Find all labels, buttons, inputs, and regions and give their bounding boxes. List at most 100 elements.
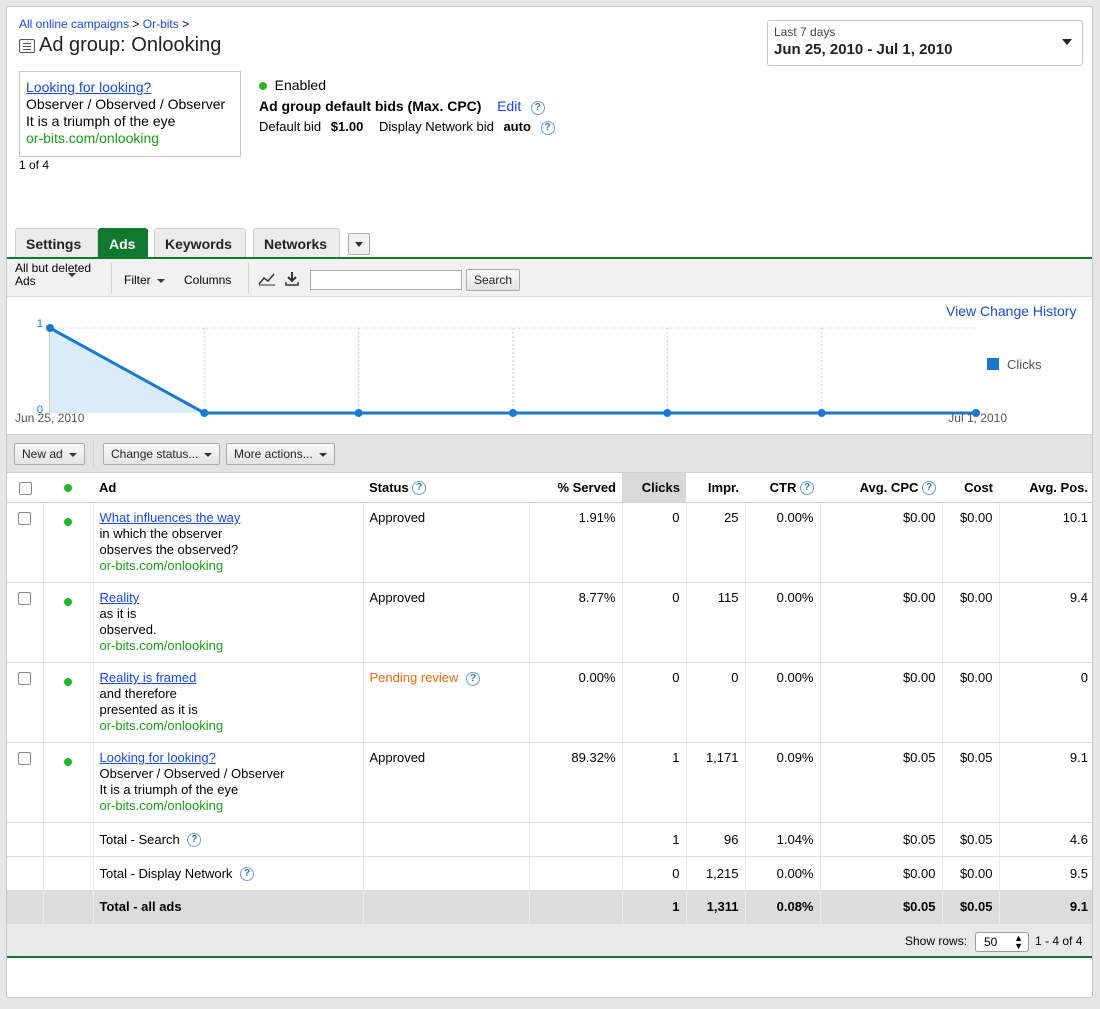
chart-point[interactable] — [354, 409, 363, 417]
ad-headline-link[interactable]: Looking for looking? — [100, 750, 216, 765]
search-button[interactable]: Search — [466, 269, 521, 291]
column-header-ad[interactable]: Ad — [93, 472, 363, 503]
cell-cost: $0.05 — [941, 742, 999, 823]
ctr-header-label: CTR — [769, 479, 797, 495]
breadcrumb-all-campaigns[interactable]: All online campaigns — [19, 17, 129, 31]
toolbar-divider — [93, 441, 94, 467]
ad-headline-link[interactable]: What influences the way — [100, 510, 241, 525]
new-ad-button[interactable]: New ad — [14, 443, 85, 465]
date-range-label: Last 7 days — [774, 25, 836, 39]
ad-preview-counter: 1 of 4 — [19, 158, 50, 172]
edit-bids-link[interactable]: Edit — [497, 98, 521, 114]
tab-settings[interactable]: Settings — [15, 228, 98, 258]
ad-headline-link[interactable]: Reality — [100, 590, 140, 605]
cell-clicks: 1 — [621, 742, 686, 823]
filter-toolbar: All but deleted Ads Filter Columns Searc… — [7, 259, 1092, 297]
change-status-label: Change status... — [111, 447, 199, 461]
tab-keywords[interactable]: Keywords — [154, 228, 246, 258]
more-tabs-button[interactable] — [348, 233, 370, 255]
table-row: Reality is framed and therefore presented … — [7, 662, 1092, 743]
view-filter-dropdown[interactable]: All but deleted Ads — [15, 262, 91, 288]
help-icon[interactable]: ? — [530, 100, 545, 115]
help-icon[interactable]: ? — [187, 833, 202, 848]
status-dot-icon — [64, 518, 72, 526]
display-bid-value: auto — [503, 119, 531, 134]
view-filter-line2: Ads — [15, 274, 36, 288]
table-header-row: Ad Status ? % Served Clicks Impr. CTR ? … — [7, 472, 1092, 503]
status-dot-icon — [64, 484, 72, 492]
cell-clicks: 0 — [621, 582, 686, 663]
help-icon[interactable]: ? — [540, 120, 555, 135]
view-change-history-link[interactable]: View Change History — [946, 303, 1076, 319]
row-checkbox[interactable] — [18, 752, 32, 766]
chart-point[interactable] — [663, 409, 672, 417]
table-row: Looking for looking? Observer / Observed … — [7, 742, 1092, 823]
rows-per-page-select[interactable]: 50 ▲ ▼ — [975, 932, 1029, 952]
chart-point[interactable] — [509, 409, 517, 417]
totals-row-all: Total - all ads 1 1,311 0.08% $0.05 $0.0… — [7, 890, 1092, 926]
chevron-down-icon — [318, 452, 327, 457]
cell-avg-pos: 9.5 — [998, 856, 1092, 891]
column-header-impr[interactable]: Impr. — [686, 472, 745, 503]
ad-group-page: All online campaigns > Or-bits > Ad grou… — [6, 6, 1093, 998]
more-actions-button[interactable]: More actions... — [226, 443, 335, 465]
cell-clicks: 0 — [621, 502, 686, 583]
toolbar-divider — [248, 263, 249, 293]
cell-avg-cpc: $0.05 — [819, 890, 942, 926]
column-header-status[interactable]: Status ? — [363, 472, 529, 503]
bids-heading: Ad group default bids (Max. CPC) — [259, 98, 482, 114]
change-status-button[interactable]: Change status... — [103, 443, 221, 465]
cell-avg-cpc: $0.00 — [819, 582, 942, 663]
chevron-down-icon — [68, 452, 77, 457]
chart-point[interactable] — [200, 409, 209, 417]
chart-legend: Clicks — [987, 357, 1042, 372]
date-range-value: Jun 25, 2010 - Jul 1, 2010 — [774, 41, 953, 58]
total-label: Total - Search — [99, 831, 180, 847]
tab-ads[interactable]: Ads — [98, 228, 148, 258]
row-checkbox[interactable] — [18, 592, 32, 606]
chart-point[interactable] — [817, 409, 826, 417]
cell-impr: 1,171 — [685, 742, 745, 823]
download-icon[interactable] — [284, 271, 300, 287]
page-title: Ad group: Onlooking — [19, 34, 221, 57]
ad-preview-url: or-bits.com/onlooking — [26, 130, 160, 146]
ad-preview-line2: It is a triumph of the eye — [26, 113, 176, 129]
select-all-checkbox[interactable] — [18, 482, 32, 496]
help-icon[interactable]: ? — [466, 671, 481, 686]
column-header-avg-cpc[interactable]: Avg. CPC ? — [820, 472, 942, 503]
column-header-clicks[interactable]: Clicks — [622, 472, 686, 503]
filter-dropdown[interactable]: Filter — [124, 273, 165, 287]
chart-point[interactable] — [46, 324, 54, 332]
row-checkbox[interactable] — [18, 672, 32, 686]
tab-networks[interactable]: Networks — [253, 228, 340, 258]
page-title-prefix: Ad group: — [39, 34, 126, 56]
column-header-ctr[interactable]: CTR ? — [745, 472, 820, 503]
page-title-name: Onlooking — [131, 34, 222, 56]
help-icon[interactable]: ? — [412, 481, 427, 496]
ad-headline-link[interactable]: Reality is framed — [100, 670, 197, 685]
chevron-down-icon — [1062, 39, 1072, 45]
help-icon[interactable]: ? — [800, 481, 814, 496]
breadcrumb-separator: > — [182, 17, 190, 31]
graph-icon[interactable] — [258, 272, 276, 286]
ad-line2: observed. — [99, 622, 157, 637]
breadcrumb-campaign[interactable]: Or-bits — [143, 17, 179, 31]
cell-ctr: 0.00% — [744, 662, 820, 743]
cell-avg-cpc: $0.05 — [819, 822, 942, 857]
column-header-cost[interactable]: Cost — [942, 472, 999, 503]
help-icon[interactable]: ? — [922, 481, 936, 496]
ad-preview-headline[interactable]: Looking for looking? — [26, 79, 151, 95]
cell-served: 89.32% — [528, 742, 622, 823]
help-icon[interactable]: ? — [240, 867, 255, 882]
ad-status: Approved — [362, 502, 529, 583]
column-header-avg-pos[interactable]: Avg. Pos. — [999, 472, 1092, 503]
column-header-served[interactable]: % Served — [529, 472, 622, 503]
ads-table: Ad Status ? % Served Clicks Impr. CTR ? … — [7, 472, 1092, 926]
columns-button[interactable]: Columns — [184, 273, 231, 287]
cell-cost: $0.00 — [941, 582, 999, 663]
date-range-picker[interactable]: Last 7 days Jun 25, 2010 - Jul 1, 2010 — [767, 20, 1083, 66]
ad-line1: as it is — [99, 606, 137, 621]
cell-cost: $0.00 — [941, 856, 999, 891]
search-input[interactable] — [310, 270, 462, 290]
row-checkbox[interactable] — [18, 512, 32, 526]
